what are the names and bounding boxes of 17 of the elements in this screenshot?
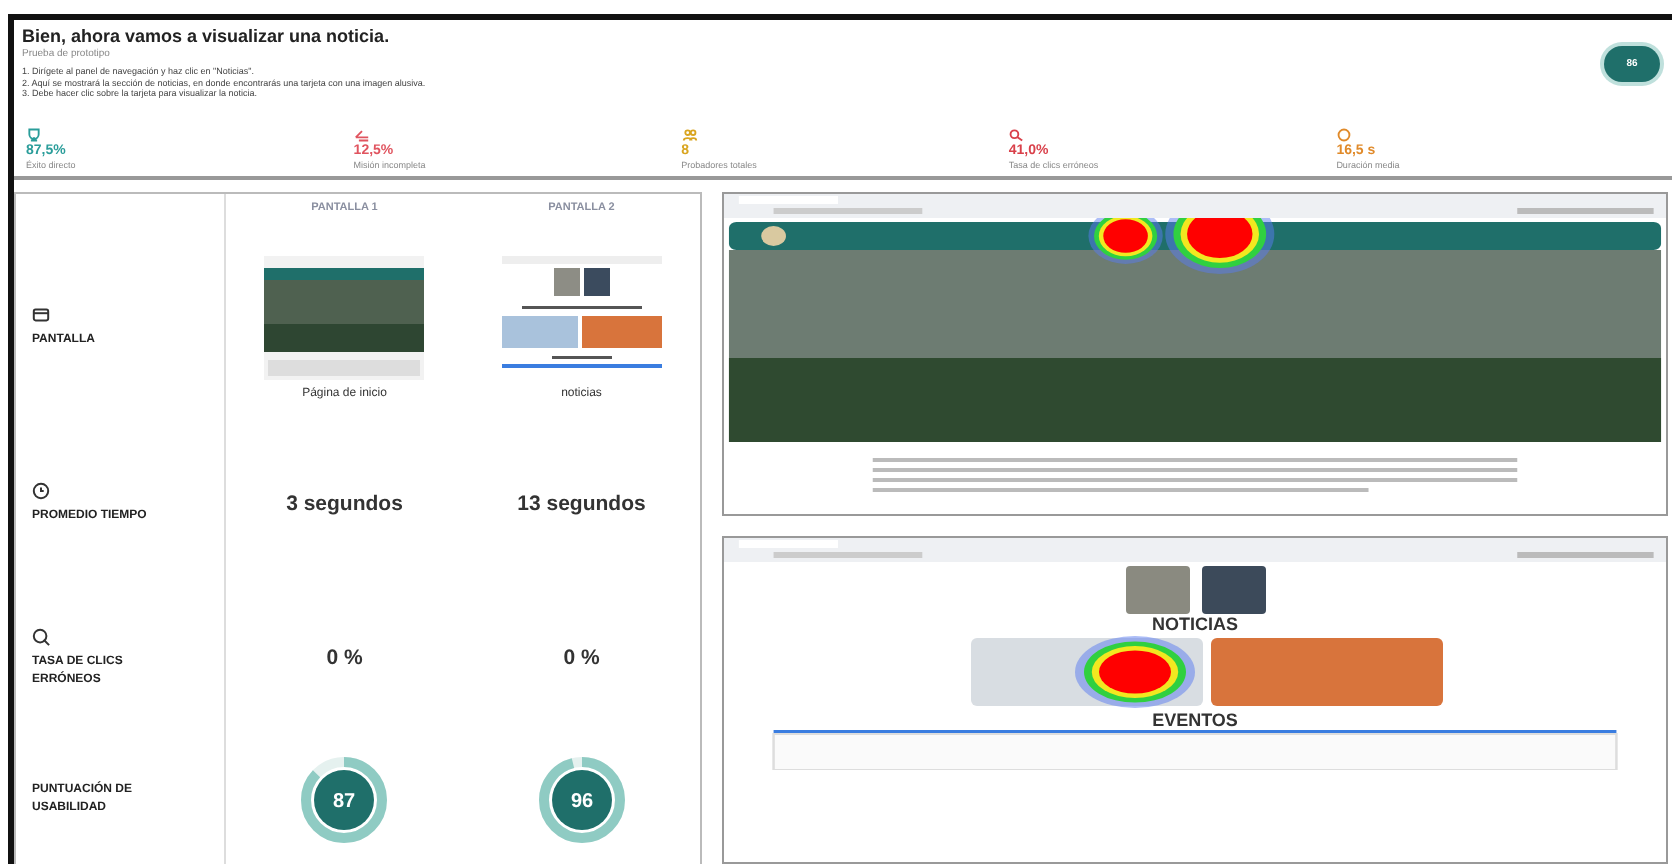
score-circle	[314, 769, 375, 829]
task-title: Bien, ahora vamos a visualizar una noticia.	[22, 26, 392, 46]
score-value: 96	[570, 790, 593, 812]
table-value: 0 %	[563, 646, 600, 670]
screen-icon	[32, 306, 50, 324]
score-circle	[551, 769, 612, 829]
section-heading: NOTICIAS	[1149, 614, 1240, 634]
trophy-icon	[26, 128, 42, 142]
section-heading: EVENTOS	[1150, 710, 1240, 730]
table-value: 13 segundos	[517, 492, 646, 516]
table-value: 0 %	[326, 646, 363, 670]
score-value: 87	[333, 790, 356, 812]
table-value: 3 segundos	[286, 492, 403, 516]
lines-icon	[353, 128, 370, 142]
users-icon	[681, 128, 698, 142]
thumbnails-drawing	[1125, 566, 1265, 614]
heatmap-blob	[1075, 636, 1195, 708]
